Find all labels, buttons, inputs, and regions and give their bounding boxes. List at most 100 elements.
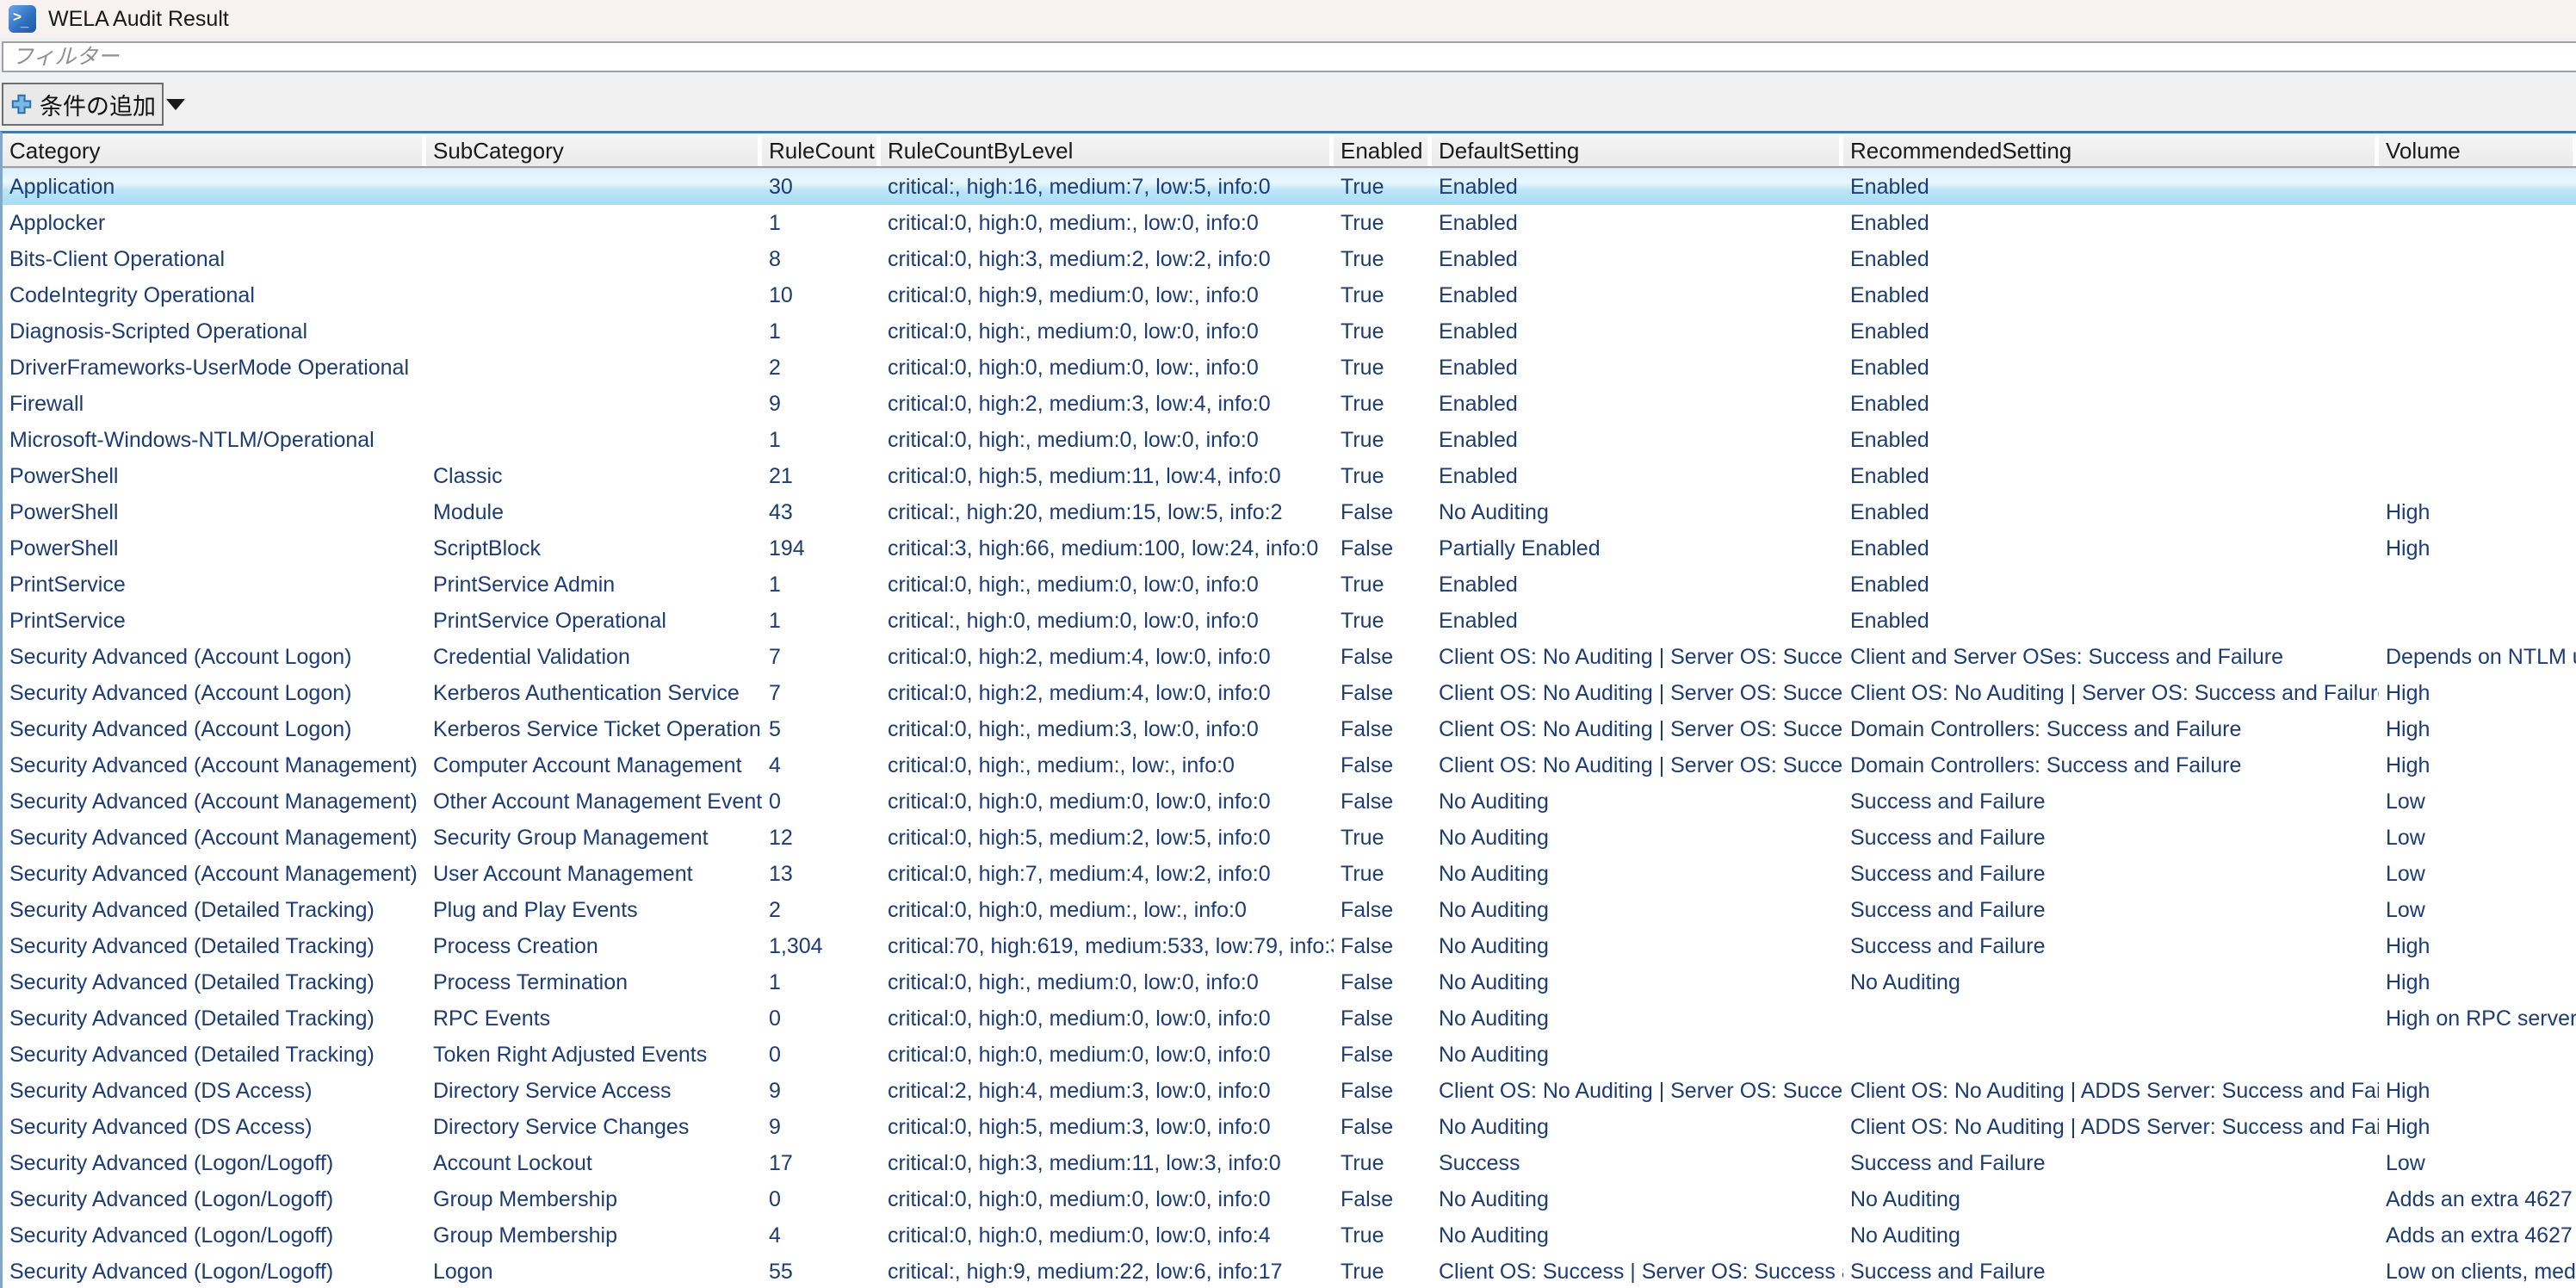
table-row[interactable]: PrintServicePrintService Operational1cri… <box>3 603 2576 639</box>
column-header-default[interactable]: DefaultSetting <box>1432 135 1839 166</box>
table-row[interactable]: PrintServicePrintService Admin1critical:… <box>3 567 2576 603</box>
cell-rulecount: 2 <box>762 350 881 386</box>
cell-default: No Auditing <box>1432 892 1843 928</box>
table-row[interactable]: Security Advanced (Logon/Logoff)Group Me… <box>3 1217 2576 1254</box>
cell-bylevel: critical:, high:9, medium:22, low:6, inf… <box>881 1254 1334 1288</box>
table-row[interactable]: Security Advanced (Account Management)Ot… <box>3 783 2576 820</box>
cell-category: Application <box>3 169 426 205</box>
table-row[interactable]: Security Advanced (Logon/Logoff)Logon55c… <box>3 1254 2576 1288</box>
cell-volume: Low <box>2379 1145 2576 1181</box>
table-row[interactable]: Security Advanced (DS Access)Directory S… <box>3 1109 2576 1145</box>
column-header-enabled[interactable]: Enabled <box>1334 135 1427 166</box>
cell-recommended: Success and Failure <box>1843 820 2379 856</box>
table-row[interactable]: Security Advanced (Account Logon)Kerbero… <box>3 675 2576 711</box>
cell-bylevel: critical:0, high:0, medium:0, low:0, inf… <box>881 1037 1334 1073</box>
cell-default: No Auditing <box>1432 1181 1843 1217</box>
cell-bylevel: critical:0, high:, medium:0, low:0, info… <box>881 567 1334 603</box>
table-row[interactable]: Security Advanced (Detailed Tracking)Tok… <box>3 1037 2576 1073</box>
cell-enabled: True <box>1334 350 1432 386</box>
filter-input[interactable] <box>3 43 2576 71</box>
cell-enabled: True <box>1334 603 1432 639</box>
cell-enabled: True <box>1334 422 1432 458</box>
column-header-subcategory[interactable]: SubCategory <box>426 135 758 166</box>
table-row[interactable]: PowerShellModule43critical:, high:20, me… <box>3 494 2576 530</box>
cell-volume: Low <box>2379 856 2576 892</box>
table-row[interactable]: Application30critical:, high:16, medium:… <box>3 169 2576 205</box>
table-row[interactable]: Security Advanced (Logon/Logoff)Account … <box>3 1145 2576 1181</box>
cell-subcategory: Group Membership <box>426 1181 762 1217</box>
table-row[interactable]: DriverFrameworks-UserMode Operational2cr… <box>3 350 2576 386</box>
add-condition-label: 条件の追加 <box>40 88 156 121</box>
filter-box <box>2 41 2576 72</box>
cell-subcategory <box>426 350 762 386</box>
cell-category: Diagnosis-Scripted Operational <box>3 313 426 350</box>
cell-volume: High <box>2379 675 2576 711</box>
column-header-volume[interactable]: Volume <box>2379 135 2573 166</box>
cell-default: No Auditing <box>1432 856 1843 892</box>
add-condition-button[interactable]: 条件の追加 <box>2 83 164 126</box>
table-row[interactable]: Microsoft-Windows-NTLM/Operational1criti… <box>3 422 2576 458</box>
table-row[interactable]: Applocker1critical:0, high:0, medium:, l… <box>3 205 2576 241</box>
table-row[interactable]: PowerShellScriptBlock194critical:3, high… <box>3 530 2576 567</box>
cell-rulecount: 4 <box>762 747 881 783</box>
cell-subcategory: Kerberos Authentication Service <box>426 675 762 711</box>
cell-subcategory <box>426 169 762 205</box>
table-row[interactable]: Firewall9critical:0, high:2, medium:3, l… <box>3 386 2576 422</box>
table-row[interactable]: Security Advanced (Account Management)Us… <box>3 856 2576 892</box>
cell-recommended: Success and Failure <box>1843 1145 2379 1181</box>
cell-default: Enabled <box>1432 458 1843 494</box>
cell-bylevel: critical:3, high:66, medium:100, low:24,… <box>881 530 1334 567</box>
cell-enabled: False <box>1334 530 1432 567</box>
cell-recommended: Success and Failure <box>1843 928 2379 964</box>
cell-rulecount: 21 <box>762 458 881 494</box>
cell-default: No Auditing <box>1432 494 1843 530</box>
table-row[interactable]: Security Advanced (Logon/Logoff)Group Me… <box>3 1181 2576 1217</box>
table-header-row: CategorySubCategoryRuleCountRuleCountByL… <box>3 133 2576 169</box>
cell-default: Enabled <box>1432 386 1843 422</box>
cell-recommended: Enabled <box>1843 458 2379 494</box>
cell-volume <box>2379 350 2576 386</box>
cell-recommended: Enabled <box>1843 205 2379 241</box>
cell-enabled: False <box>1334 494 1432 530</box>
cell-category: Bits-Client Operational <box>3 241 426 277</box>
cell-volume: High <box>2379 494 2576 530</box>
column-header-bylevel[interactable]: RuleCountByLevel <box>881 135 1329 166</box>
table-row[interactable]: Security Advanced (Detailed Tracking)Pro… <box>3 964 2576 1000</box>
cell-subcategory: PrintService Admin <box>426 567 762 603</box>
table-row[interactable]: Security Advanced (Account Management)Se… <box>3 820 2576 856</box>
cell-volume <box>2379 277 2576 313</box>
cell-enabled: True <box>1334 458 1432 494</box>
cell-bylevel: critical:0, high:, medium:, low:, info:0 <box>881 747 1334 783</box>
table-row[interactable]: Security Advanced (Account Logon)Kerbero… <box>3 711 2576 747</box>
cell-enabled: True <box>1334 1254 1432 1288</box>
cell-bylevel: critical:0, high:, medium:3, low:0, info… <box>881 711 1334 747</box>
cell-subcategory: Process Creation <box>426 928 762 964</box>
table-row[interactable]: Diagnosis-Scripted Operational1critical:… <box>3 313 2576 350</box>
cell-category: Security Advanced (Account Logon) <box>3 711 426 747</box>
table-row[interactable]: Security Advanced (DS Access)Directory S… <box>3 1073 2576 1109</box>
table-row[interactable]: Bits-Client Operational8critical:0, high… <box>3 241 2576 277</box>
cell-enabled: True <box>1334 241 1432 277</box>
cell-subcategory: Kerberos Service Ticket Operations <box>426 711 762 747</box>
table-row[interactable]: Security Advanced (Detailed Tracking)Pro… <box>3 928 2576 964</box>
cell-volume <box>2379 205 2576 241</box>
cell-subcategory <box>426 205 762 241</box>
cell-rulecount: 13 <box>762 856 881 892</box>
cell-bylevel: critical:0, high:5, medium:3, low:0, inf… <box>881 1109 1334 1145</box>
table-row[interactable]: Security Advanced (Detailed Tracking)Plu… <box>3 892 2576 928</box>
column-header-recommended[interactable]: RecommendedSetting <box>1843 135 2375 166</box>
table-row[interactable]: Security Advanced (Detailed Tracking)RPC… <box>3 1000 2576 1037</box>
table-row[interactable]: PowerShellClassic21critical:0, high:5, m… <box>3 458 2576 494</box>
cell-volume: High <box>2379 711 2576 747</box>
table-row[interactable]: Security Advanced (Account Management)Co… <box>3 747 2576 783</box>
table-row[interactable]: CodeIntegrity Operational10critical:0, h… <box>3 277 2576 313</box>
column-header-rulecount[interactable]: RuleCount <box>762 135 876 166</box>
cell-enabled: True <box>1334 567 1432 603</box>
window-title: WELA Audit Result <box>48 7 229 32</box>
cell-enabled: True <box>1334 169 1432 205</box>
column-header-category[interactable]: Category <box>3 135 422 166</box>
table-row[interactable]: Security Advanced (Account Logon)Credent… <box>3 639 2576 675</box>
cell-bylevel: critical:, high:20, medium:15, low:5, in… <box>881 494 1334 530</box>
cell-subcategory: Process Termination <box>426 964 762 1000</box>
cell-recommended <box>1843 1000 2379 1037</box>
